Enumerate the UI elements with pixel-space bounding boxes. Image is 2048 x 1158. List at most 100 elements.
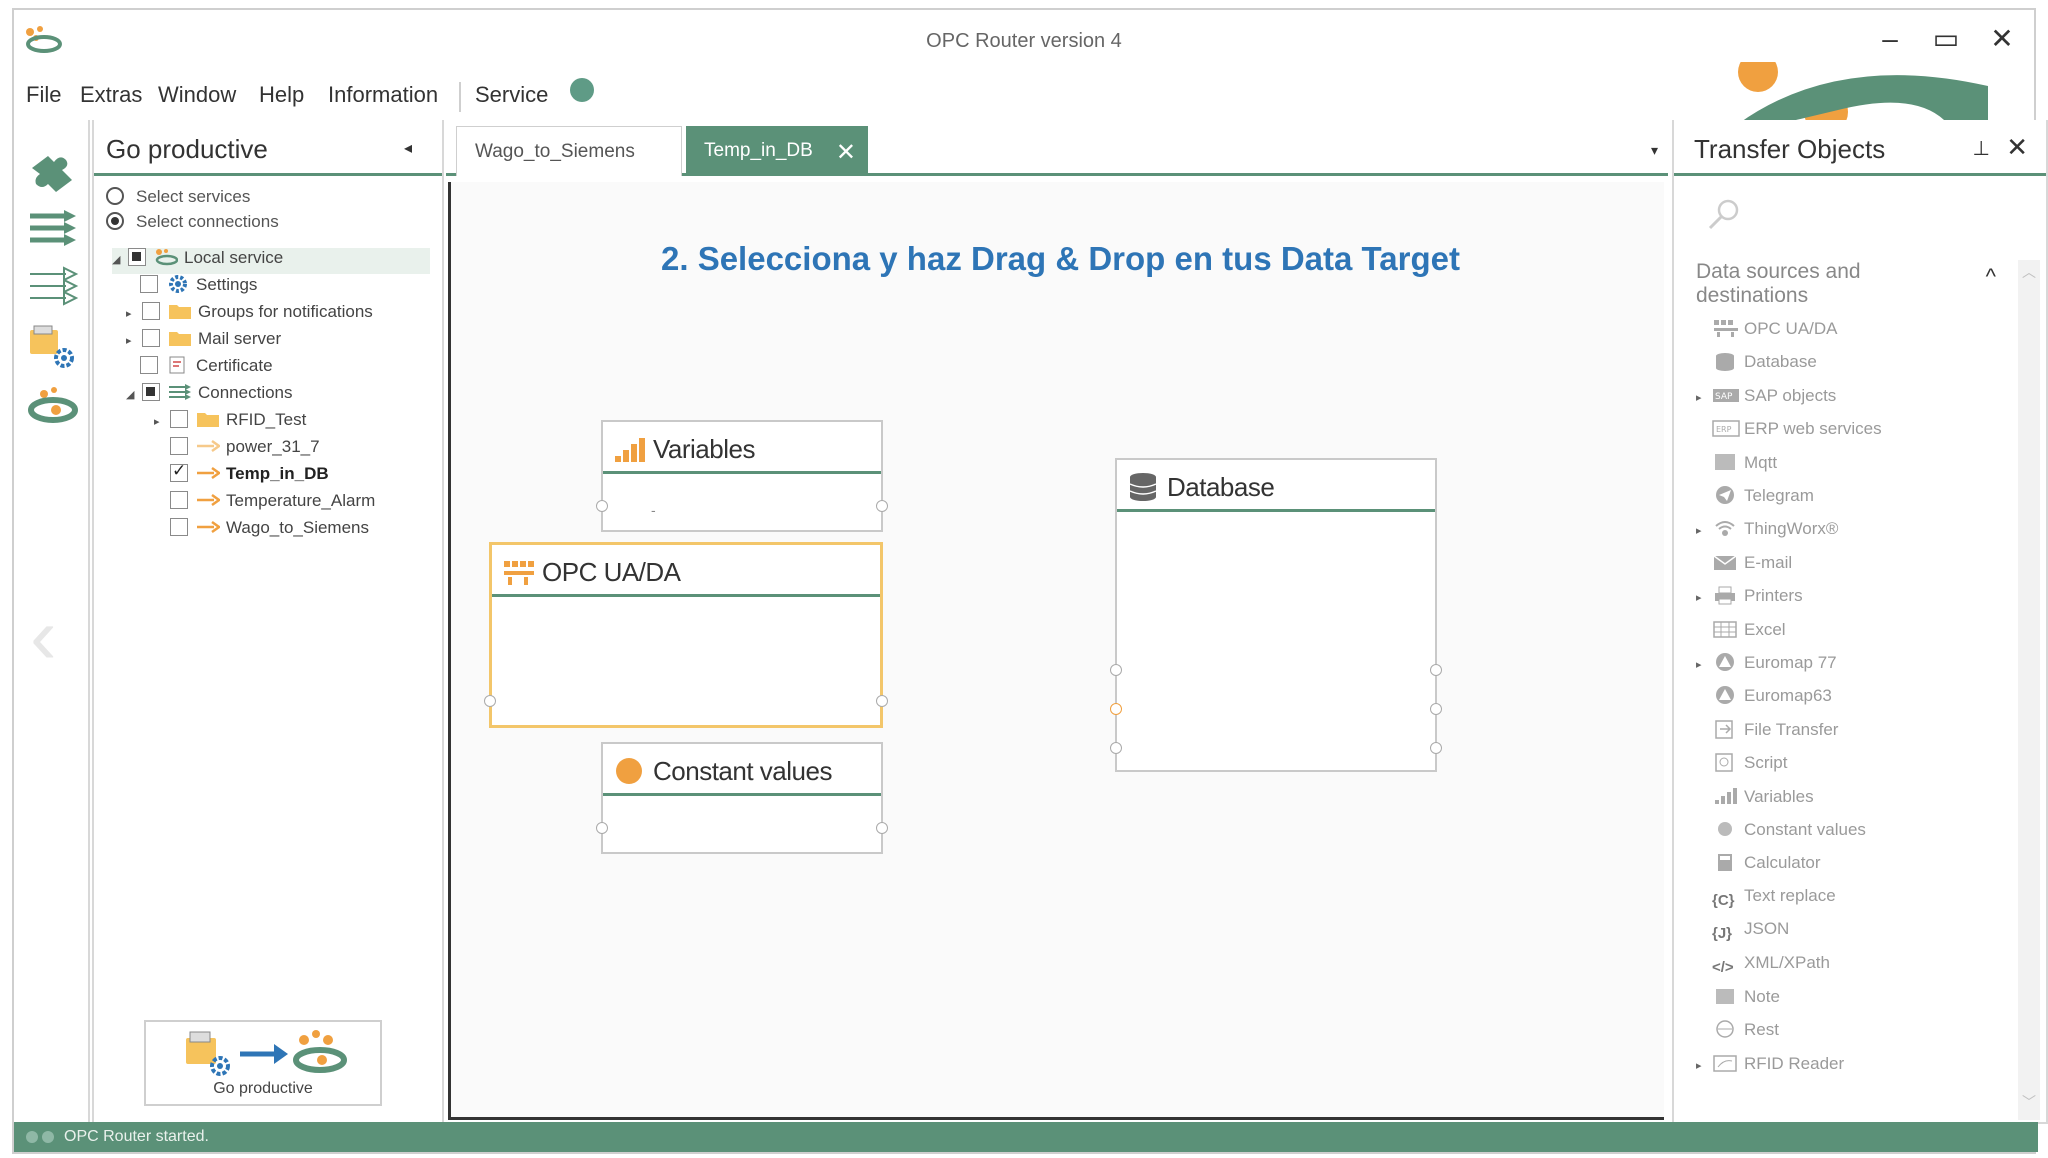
expander-icon[interactable]: ▸ (154, 415, 170, 428)
tree-item-temperature-alarm[interactable]: Temperature_Alarm (170, 491, 375, 517)
transfer-object-constant-values[interactable]: Constant values (1696, 819, 1866, 849)
port-icon[interactable] (484, 695, 496, 707)
expander-icon[interactable]: ▸ (126, 307, 142, 320)
tree-item-mail-server[interactable]: ▸ Mail server (126, 329, 281, 355)
transfer-object-json[interactable]: {J} JSON (1696, 919, 1789, 949)
port-icon[interactable] (1430, 664, 1442, 676)
checkbox[interactable] (140, 356, 158, 374)
transfer-object-rest[interactable]: Rest (1696, 1019, 1779, 1049)
tree-item-settings[interactable]: Settings (140, 275, 257, 301)
go-productive-button[interactable]: Go productive (144, 1020, 382, 1106)
expander-icon[interactable]: ▸ (1696, 591, 1712, 604)
port-icon[interactable] (1110, 742, 1122, 754)
scroll-up-icon[interactable]: ︿ (2022, 262, 2036, 282)
port-icon[interactable] (876, 500, 888, 512)
transfer-object-database[interactable]: Database (1696, 351, 1817, 381)
port-icon[interactable] (1430, 742, 1442, 754)
tree-item-connections[interactable]: ◢ Connections (126, 383, 293, 409)
radio-button-icon[interactable] (106, 212, 124, 230)
scroll-down-icon[interactable]: ﹀ (2022, 1092, 2036, 1112)
checkbox[interactable] (128, 248, 146, 266)
transfer-object-e-mail[interactable]: E-mail (1696, 552, 1792, 582)
transfer-object-script[interactable]: Script (1696, 752, 1787, 782)
close-tab-icon[interactable]: ✕ (836, 138, 856, 167)
radio-select-connections[interactable]: Select connections (106, 212, 279, 232)
transfer-object-sap-objects[interactable]: ▸ SAP SAP objects (1696, 385, 1836, 415)
transfer-object-euromap-77[interactable]: ▸ Euromap 77 (1696, 652, 1837, 682)
expander-icon[interactable]: ▸ (1696, 391, 1712, 404)
tab-list-dropdown-icon[interactable]: ▾ (1651, 142, 1658, 159)
database-block[interactable]: Database (1110, 458, 1442, 772)
templates-icon[interactable] (26, 260, 80, 310)
connections-icon[interactable] (26, 202, 80, 252)
tab-temp-in-db[interactable]: Temp_in_DB ✕ (686, 126, 868, 176)
puzzle-icon[interactable] (26, 146, 80, 196)
expander-icon[interactable]: ◢ (112, 253, 128, 266)
transfer-object-rfid-reader[interactable]: ▸ RFID Reader (1696, 1053, 1844, 1083)
menu-extras[interactable]: Extras (80, 82, 142, 108)
menu-window[interactable]: Window (158, 82, 236, 108)
port-icon[interactable] (1430, 703, 1442, 715)
tree-item-temp-in-db[interactable]: Temp_in_DB (170, 461, 329, 490)
transfer-object-thingworx[interactable]: ▸ ThingWorx® (1696, 518, 1838, 548)
checkbox[interactable] (142, 329, 160, 347)
expander-icon[interactable]: ◢ (126, 388, 142, 401)
menu-service[interactable]: Service (475, 82, 548, 108)
transfer-object-euromap63[interactable]: Euromap63 (1696, 685, 1832, 715)
transfer-object-xml-xpath[interactable]: </> XML/XPath (1696, 953, 1830, 983)
tree-item-power-31-7[interactable]: power_31_7 (170, 437, 320, 463)
transfer-object-text-replace[interactable]: {C} Text replace (1696, 886, 1836, 916)
variables-block[interactable]: Variables - (596, 420, 888, 532)
tab-wago-to-siemens[interactable]: Wago_to_Siemens (456, 126, 682, 176)
expander-icon[interactable]: ▸ (1696, 658, 1712, 671)
connection-canvas[interactable]: 2. Selecciona y haz Drag & Drop en tus D… (448, 182, 1664, 1120)
menu-help[interactable]: Help (259, 82, 304, 108)
transfer-object-note[interactable]: Note (1696, 986, 1780, 1016)
maximize-button[interactable]: ▭ (1920, 20, 1972, 58)
transfer-object-excel[interactable]: Excel (1696, 619, 1786, 649)
transfer-object-mqtt[interactable]: Mqtt (1696, 452, 1777, 482)
radio-select-services[interactable]: Select services (106, 187, 250, 207)
port-icon[interactable] (1110, 703, 1122, 715)
pin-icon[interactable]: ⊥ (1973, 136, 1990, 161)
tree-item-local-service[interactable]: ◢ Local service (112, 248, 430, 274)
transfer-object-file-transfer[interactable]: File Transfer (1696, 719, 1838, 749)
menu-file[interactable]: File (26, 82, 61, 108)
tree-item-wago-to-siemens[interactable]: Wago_to_Siemens (170, 518, 369, 544)
expander-icon[interactable]: ▸ (126, 334, 142, 347)
expander-icon[interactable]: ▸ (1696, 1059, 1712, 1072)
menu-information[interactable]: Information (328, 82, 438, 108)
tree-item-rfid-test[interactable]: ▸ RFID_Test (154, 410, 306, 436)
transfer-object-erp-web-services[interactable]: ERP ERP web services (1696, 418, 1882, 448)
collapse-panel-icon[interactable]: ◂ (404, 138, 412, 158)
checkbox[interactable] (170, 518, 188, 536)
port-icon[interactable] (596, 500, 608, 512)
transfer-object-telegram[interactable]: Telegram (1696, 485, 1814, 515)
checkbox[interactable] (170, 410, 188, 428)
checkbox[interactable] (170, 461, 188, 482)
transfer-object-opc-ua-da[interactable]: OPC UA/DA (1696, 318, 1838, 348)
checkbox[interactable] (170, 437, 188, 455)
transfer-object-printers[interactable]: ▸ Printers (1696, 585, 1803, 615)
close-button[interactable]: ✕ (1976, 20, 2028, 58)
close-panel-icon[interactable]: ✕ (2006, 132, 2028, 163)
go-productive-icon[interactable] (26, 322, 80, 372)
port-icon[interactable] (876, 695, 888, 707)
opc-router-logo-icon[interactable] (26, 382, 80, 432)
port-icon[interactable] (596, 822, 608, 834)
tree-item-groups-for-notifications[interactable]: ▸ Groups for notifications (126, 302, 373, 328)
constant-values-block[interactable]: Constant values (596, 742, 888, 854)
scrollbar[interactable] (2018, 260, 2040, 1120)
port-icon[interactable] (876, 822, 888, 834)
checkbox[interactable] (142, 383, 160, 401)
search-icon[interactable] (1704, 196, 1744, 236)
port-icon[interactable] (1110, 664, 1122, 676)
checkbox[interactable] (140, 275, 158, 293)
expander-icon[interactable]: ▸ (1696, 524, 1712, 537)
opc-ua-da-block[interactable]: OPC UA/DA (484, 542, 888, 728)
transfer-object-variables[interactable]: Variables (1696, 786, 1814, 816)
tree-item-certificate[interactable]: Certificate (140, 356, 273, 382)
minimize-button[interactable]: – (1864, 20, 1916, 58)
transfer-object-calculator[interactable]: Calculator (1696, 852, 1821, 882)
collapse-section-icon[interactable]: ^ (1986, 264, 1996, 290)
